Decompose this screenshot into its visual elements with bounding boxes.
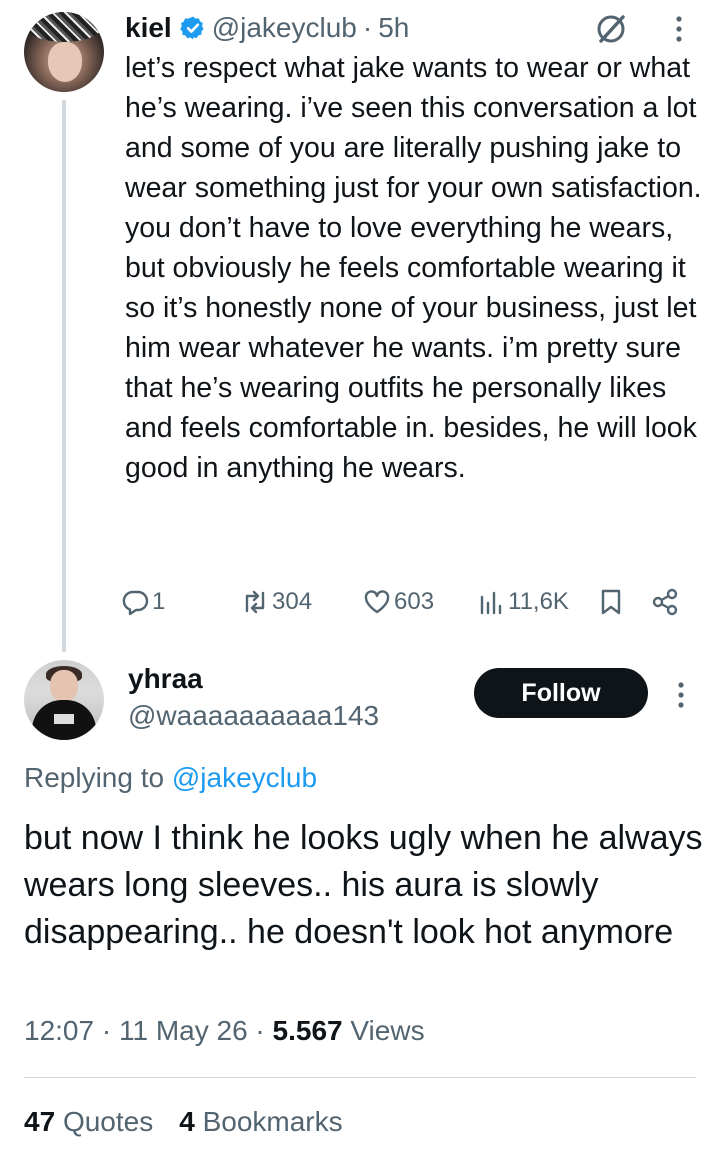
parent-action-bar: 1 304 603 11,6K (120, 582, 690, 622)
replying-to-prefix: Replying to (24, 762, 165, 793)
heart-icon (364, 590, 390, 614)
views-button[interactable]: 11,6K (476, 582, 569, 622)
meta-separator: · (255, 1015, 265, 1046)
reply-button[interactable]: 1 (120, 582, 165, 622)
parent-avatar[interactable] (24, 12, 104, 92)
share-button[interactable] (650, 582, 680, 622)
thread-line (62, 100, 66, 652)
divider (24, 1077, 696, 1078)
tweet-date[interactable]: 11 May 26 (119, 1015, 248, 1046)
bookmarks-count: 4 (179, 1106, 195, 1137)
reply-author-name[interactable]: yhraa (128, 663, 203, 695)
quotes-count: 47 (24, 1106, 56, 1137)
tweet-meta: 12:07 · 11 May 26 · 5.567 Views (24, 1015, 425, 1047)
quotes-label: Quotes (62, 1106, 154, 1137)
tweet-time[interactable]: 12:07 (24, 1015, 94, 1046)
reply-count: 1 (152, 588, 166, 615)
follow-button[interactable]: Follow (474, 668, 648, 718)
bookmark-icon (601, 589, 621, 615)
separator-dot: · (362, 12, 373, 43)
share-icon (652, 588, 678, 616)
views-bar-icon (480, 591, 502, 615)
parent-tweet-text: let’s respect what jake wants to wear or… (125, 52, 710, 484)
avatar-shirt-logo (54, 714, 74, 724)
bookmark-button[interactable] (596, 582, 626, 622)
engagement-stats: 47 Quotes 4 Bookmarks (24, 1106, 343, 1138)
more-vertical-icon[interactable] (674, 680, 688, 710)
reply-icon (122, 590, 149, 616)
like-count: 603 (394, 588, 435, 615)
retweet-icon (245, 590, 265, 614)
parent-author-name[interactable]: kiel (125, 12, 172, 44)
reply-author-avatar[interactable] (24, 660, 104, 740)
grok-icon[interactable] (594, 12, 628, 46)
verified-badge-icon (179, 16, 204, 40)
avatar-bandana (24, 12, 104, 42)
reply-author-handle[interactable]: @waaaaaaaaaa143 (128, 700, 379, 732)
avatar-face (48, 42, 82, 82)
meta-separator: · (101, 1015, 112, 1046)
views-label: Views (350, 1015, 425, 1046)
more-vertical-icon[interactable] (672, 14, 686, 44)
retweet-count: 304 (272, 588, 313, 615)
parent-tweet-header: kiel @jakeyclub · 5h (125, 10, 409, 46)
like-button[interactable]: 603 (362, 582, 434, 622)
bookmarks-label: Bookmarks (202, 1106, 343, 1137)
retweet-button[interactable]: 304 (240, 582, 312, 622)
quotes-link[interactable]: 47 Quotes (24, 1106, 153, 1137)
views-count: 11,6K (508, 588, 569, 615)
avatar-head (50, 670, 78, 702)
reply-tweet-text: but now I think he looks ugly when he al… (24, 819, 703, 951)
replying-to-mention[interactable]: @jakeyclub (172, 762, 317, 793)
replying-to-line: Replying to @jakeyclub (24, 762, 317, 794)
parent-timestamp[interactable]: 5h (378, 12, 409, 44)
bookmarks-link[interactable]: 4 Bookmarks (179, 1106, 342, 1137)
parent-author-handle[interactable]: @jakeyclub (212, 12, 357, 44)
views-total: 5.567 (272, 1015, 343, 1046)
